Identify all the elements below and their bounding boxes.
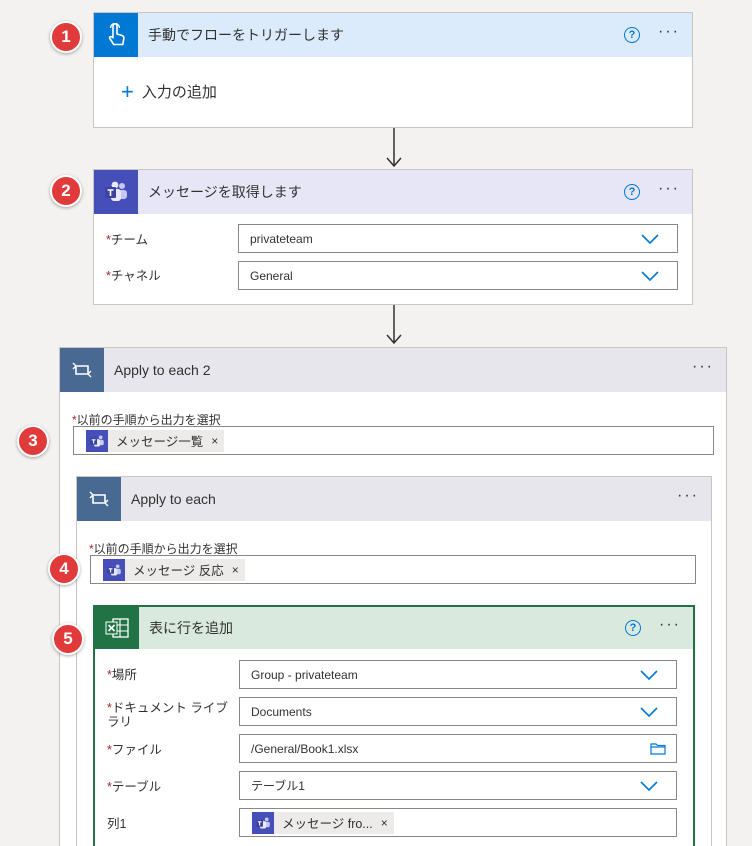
chevron-down-icon bbox=[640, 780, 658, 791]
channel-select[interactable]: General bbox=[238, 261, 678, 290]
step-badge-3: 3 bbox=[17, 425, 49, 457]
field-label-file: *ファイル bbox=[107, 743, 162, 757]
more-options-icon[interactable]: ··· bbox=[658, 181, 680, 200]
file-input[interactable]: /General/Book1.xlsx bbox=[239, 734, 677, 763]
message-from-token[interactable]: メッセージ fro... × bbox=[252, 811, 394, 834]
field-label-team: *チーム bbox=[106, 233, 149, 247]
teams-icon bbox=[103, 558, 125, 581]
apply-each-2-title: Apply to each 2 bbox=[114, 362, 211, 378]
apply-each-input[interactable]: メッセージ 反応 × bbox=[90, 555, 696, 584]
touch-icon bbox=[94, 13, 138, 57]
add-input-button[interactable]: + 入力の追加 bbox=[121, 78, 217, 104]
message-reactions-token[interactable]: メッセージ 反応 × bbox=[103, 558, 245, 581]
teams-icon bbox=[252, 811, 274, 834]
chevron-down-icon bbox=[640, 669, 658, 680]
remove-token-icon[interactable]: × bbox=[211, 434, 218, 448]
get-messages-title: メッセージを取得します bbox=[148, 184, 302, 200]
chevron-down-icon bbox=[641, 270, 659, 281]
help-icon[interactable]: ? bbox=[625, 620, 642, 636]
add-row-title: 表に行を追加 bbox=[149, 620, 233, 636]
folder-icon[interactable] bbox=[650, 742, 666, 755]
more-options-icon[interactable]: ··· bbox=[677, 488, 699, 507]
add-row-card[interactable]: 表に行を追加 ? ··· *場所 Group - privateteam *ドキ… bbox=[93, 605, 695, 846]
token-label: メッセージ 反応 bbox=[133, 564, 224, 578]
add-row-header[interactable]: 表に行を追加 ? ··· bbox=[95, 607, 693, 649]
field-label-column1: 列1 bbox=[107, 817, 127, 831]
trigger-title: 手動でフローをトリガーします bbox=[148, 27, 344, 43]
more-options-icon[interactable]: ··· bbox=[658, 24, 680, 43]
apply-each-container[interactable]: Apply to each ··· *以前の手順から出力を選択 メッセージ 反応… bbox=[76, 476, 712, 846]
token-label: メッセージ一覧 bbox=[116, 435, 204, 449]
get-messages-header[interactable]: メッセージを取得します ? ··· bbox=[94, 170, 692, 214]
step-badge-5: 5 bbox=[52, 623, 84, 655]
trigger-card[interactable]: 手動でフローをトリガーします ? ··· + 入力の追加 bbox=[93, 12, 693, 128]
column1-input[interactable]: メッセージ fro... × bbox=[239, 808, 677, 837]
more-options-icon[interactable]: ··· bbox=[692, 359, 714, 378]
message-list-token[interactable]: メッセージ一覧 × bbox=[86, 429, 225, 452]
more-options-icon[interactable]: ··· bbox=[659, 617, 681, 636]
excel-icon bbox=[95, 607, 139, 649]
document-library-select[interactable]: Documents bbox=[239, 697, 677, 726]
get-messages-card[interactable]: メッセージを取得します ? ··· *チーム privateteam *チャネル… bbox=[93, 169, 693, 305]
document-library-value: Documents bbox=[251, 704, 312, 719]
step-badge-2: 2 bbox=[50, 175, 82, 207]
field-label-location: *場所 bbox=[107, 668, 137, 682]
teams-icon bbox=[86, 429, 108, 452]
field-label-document-library: *ドキュメント ライブラリ bbox=[107, 701, 228, 729]
plus-icon: + bbox=[121, 78, 134, 104]
apply-each-2-container[interactable]: Apply to each 2 ··· *以前の手順から出力を選択 メッセージ一… bbox=[59, 347, 727, 846]
chevron-down-icon bbox=[641, 233, 659, 244]
location-select[interactable]: Group - privateteam bbox=[239, 660, 677, 689]
loop-icon bbox=[77, 477, 121, 521]
apply-each-header[interactable]: Apply to each ··· bbox=[77, 477, 711, 521]
trigger-header[interactable]: 手動でフローをトリガーします ? ··· bbox=[94, 13, 692, 57]
field-label-channel: *チャネル bbox=[106, 269, 161, 283]
chevron-down-icon bbox=[640, 706, 658, 717]
file-value: /General/Book1.xlsx bbox=[251, 741, 359, 756]
apply-each-2-input[interactable]: メッセージ一覧 × bbox=[73, 426, 714, 455]
connector-arrow-icon bbox=[386, 305, 402, 345]
remove-token-icon[interactable]: × bbox=[381, 816, 388, 830]
step-badge-1: 1 bbox=[50, 21, 82, 53]
help-icon[interactable]: ? bbox=[624, 27, 641, 43]
token-label: メッセージ fro... bbox=[282, 817, 373, 831]
team-value: privateteam bbox=[250, 231, 313, 246]
remove-token-icon[interactable]: × bbox=[232, 563, 239, 577]
apply-each-title: Apply to each bbox=[131, 491, 216, 507]
field-label-table: *テーブル bbox=[107, 780, 162, 794]
add-input-label: 入力の追加 bbox=[141, 84, 217, 101]
table-value: テーブル1 bbox=[251, 779, 305, 793]
table-select[interactable]: テーブル1 bbox=[239, 771, 677, 800]
channel-value: General bbox=[250, 268, 293, 283]
team-select[interactable]: privateteam bbox=[238, 224, 678, 253]
apply-each-2-header[interactable]: Apply to each 2 ··· bbox=[60, 348, 726, 392]
step-badge-4: 4 bbox=[48, 553, 80, 585]
location-value: Group - privateteam bbox=[251, 667, 358, 682]
connector-arrow-icon bbox=[386, 128, 402, 168]
help-icon[interactable]: ? bbox=[624, 184, 641, 200]
teams-icon bbox=[94, 170, 138, 214]
loop-icon bbox=[60, 348, 104, 392]
